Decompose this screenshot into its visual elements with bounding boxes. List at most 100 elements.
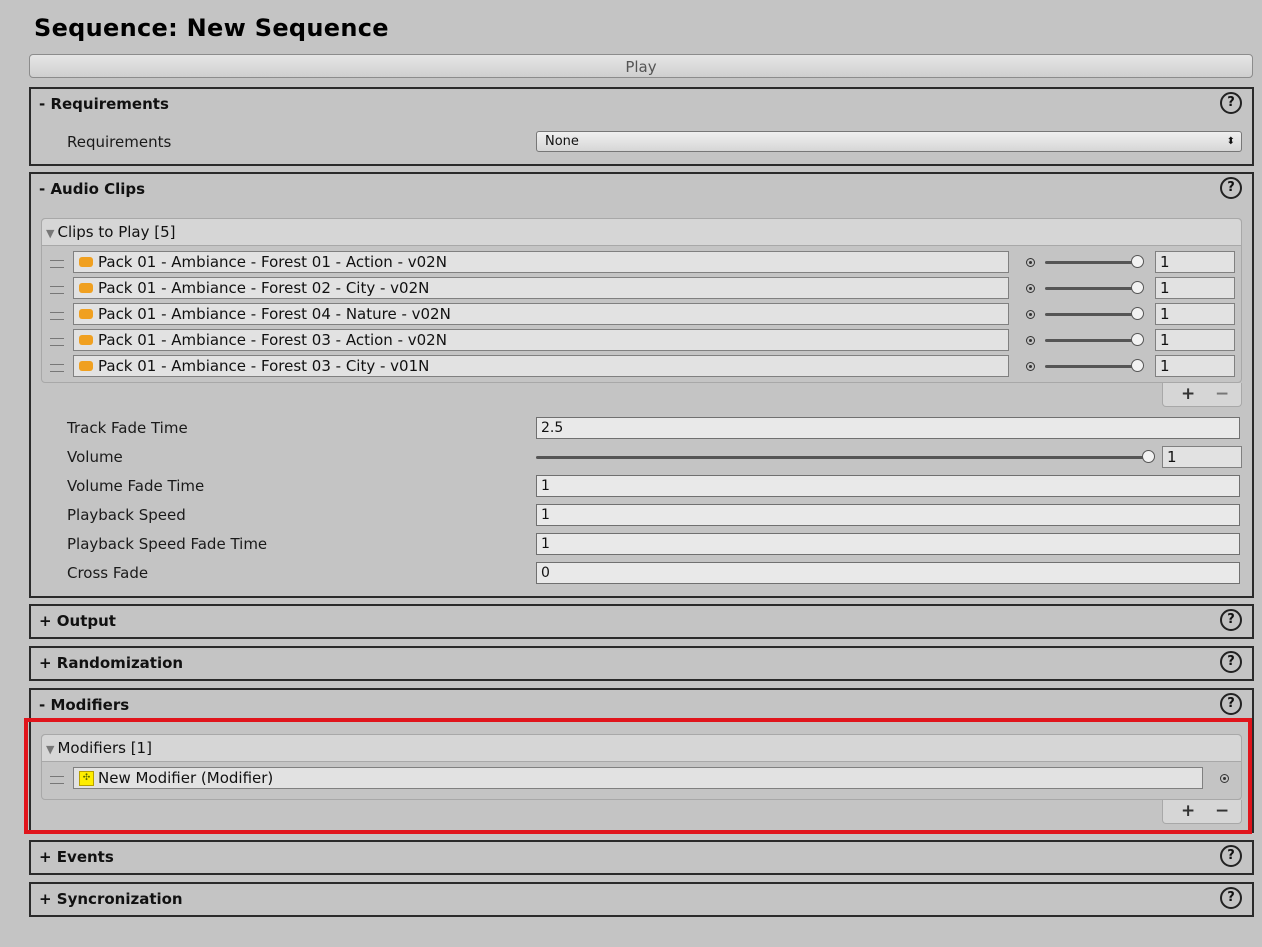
volume-fade-time-field[interactable]: 1 [536,475,1240,497]
clip-name: Pack 01 - Ambiance - Forest 02 - City - … [98,279,430,297]
weight-slider-knob[interactable] [1131,333,1144,346]
requirements-header[interactable]: - Requirements [39,95,169,113]
events-header[interactable]: + Events [39,848,114,866]
object-picker-icon[interactable] [1220,774,1229,783]
help-icon[interactable]: ? [1220,845,1242,867]
drag-handle-icon[interactable] [50,312,64,320]
modifiers-add-remove: + − [1162,800,1242,824]
drag-handle-icon[interactable] [50,338,64,346]
clip-object-field[interactable]: Pack 01 - Ambiance - Forest 02 - City - … [73,277,1009,299]
syncronization-header[interactable]: + Syncronization [39,890,183,908]
track-fade-time-label: Track Fade Time [67,419,188,437]
requirements-label: Requirements [67,133,172,151]
weight-field[interactable]: 1 [1155,251,1235,273]
remove-clip-button[interactable]: − [1215,383,1229,405]
requirements-dropdown[interactable]: None ⬍ [536,131,1242,152]
modifiers-list-header[interactable]: ▼ Modifiers [1] [42,735,1241,762]
help-icon[interactable]: ? [1220,651,1242,673]
weight-slider-track[interactable] [1045,339,1137,342]
modifier-name: New Modifier (Modifier) [98,769,274,787]
list-item[interactable]: Pack 01 - Ambiance - Forest 03 - Action … [42,327,1241,353]
playback-speed-fade-time-field[interactable]: 1 [536,533,1240,555]
track-fade-time-field[interactable]: 2.5 [536,417,1240,439]
playback-speed-field[interactable]: 1 [536,504,1240,526]
drag-handle-icon[interactable] [50,286,64,294]
modifiers-section: - Modifiers ? ▼ Modifiers [1] ✣ New Modif… [29,688,1254,833]
weight-field[interactable]: 1 [1155,329,1235,351]
weight-slider-knob[interactable] [1131,281,1144,294]
help-icon[interactable]: ? [1220,887,1242,909]
object-picker-icon[interactable] [1026,310,1035,319]
weight-slider-track[interactable] [1045,313,1137,316]
weight-field[interactable]: 1 [1155,277,1235,299]
object-picker-icon[interactable] [1026,362,1035,371]
modifier-icon: ✣ [79,771,94,786]
weight-slider-track[interactable] [1045,261,1137,264]
events-section: + Events ? [29,840,1254,875]
weight-slider-track[interactable] [1045,365,1137,368]
help-icon[interactable]: ? [1220,92,1242,114]
randomization-section: + Randomization ? [29,646,1254,681]
clip-object-field[interactable]: Pack 01 - Ambiance - Forest 01 - Action … [73,251,1009,273]
randomization-header[interactable]: + Randomization [39,654,183,672]
play-button[interactable]: Play [29,54,1253,78]
weight-field[interactable]: 1 [1155,355,1235,377]
help-icon[interactable]: ? [1220,609,1242,631]
object-picker-icon[interactable] [1026,336,1035,345]
volume-field[interactable]: 1 [1162,446,1242,468]
list-item[interactable]: Pack 01 - Ambiance - Forest 01 - Action … [42,249,1241,275]
help-icon[interactable]: ? [1220,693,1242,715]
audio-clip-icon [79,283,93,293]
weight-slider-knob[interactable] [1131,307,1144,320]
audio-clips-section: - Audio Clips ? ▼ Clips to Play [5] Pack … [29,172,1254,598]
dropdown-arrow-icon: ⬍ [1226,136,1235,147]
audio-clips-header[interactable]: - Audio Clips [39,180,145,198]
clips-list-title: Clips to Play [5] [57,223,176,241]
remove-modifier-button[interactable]: − [1215,800,1229,822]
volume-slider-knob[interactable] [1142,450,1155,463]
clips-list: ▼ Clips to Play [5] Pack 01 - Ambiance - … [41,218,1242,383]
clip-object-field[interactable]: Pack 01 - Ambiance - Forest 03 - City - … [73,355,1009,377]
list-item[interactable]: Pack 01 - Ambiance - Forest 03 - City - … [42,353,1241,379]
audio-clip-icon [79,335,93,345]
add-clip-button[interactable]: + [1181,383,1195,405]
list-item[interactable]: Pack 01 - Ambiance - Forest 02 - City - … [42,275,1241,301]
output-header[interactable]: + Output [39,612,116,630]
volume-fade-time-label: Volume Fade Time [67,477,205,495]
drag-handle-icon[interactable] [50,776,64,784]
object-picker-icon[interactable] [1026,284,1035,293]
clip-object-field[interactable]: Pack 01 - Ambiance - Forest 03 - Action … [73,329,1009,351]
clip-name: Pack 01 - Ambiance - Forest 01 - Action … [98,253,447,271]
drag-handle-icon[interactable] [50,364,64,372]
modifiers-header[interactable]: - Modifiers [39,696,129,714]
add-modifier-button[interactable]: + [1181,800,1195,822]
object-picker-icon[interactable] [1026,258,1035,267]
clips-add-remove: + − [1162,383,1242,407]
list-item[interactable]: Pack 01 - Ambiance - Forest 04 - Nature … [42,301,1241,327]
help-icon[interactable]: ? [1220,177,1242,199]
clip-object-field[interactable]: Pack 01 - Ambiance - Forest 04 - Nature … [73,303,1009,325]
audio-clip-icon [79,257,93,267]
list-item[interactable]: ✣ New Modifier (Modifier) [42,765,1241,791]
syncronization-section: + Syncronization ? [29,882,1254,917]
weight-field[interactable]: 1 [1155,303,1235,325]
weight-slider-knob[interactable] [1131,255,1144,268]
drag-handle-icon[interactable] [50,260,64,268]
audio-clip-icon [79,309,93,319]
volume-slider-track[interactable] [536,456,1148,459]
clip-name: Pack 01 - Ambiance - Forest 03 - City - … [98,357,430,375]
page-title: Sequence: New Sequence [34,14,389,42]
modifier-object-field[interactable]: ✣ New Modifier (Modifier) [73,767,1203,789]
cross-fade-field[interactable]: 0 [536,562,1240,584]
clip-name: Pack 01 - Ambiance - Forest 03 - Action … [98,331,447,349]
foldout-triangle-icon: ▼ [46,227,55,240]
weight-slider-track[interactable] [1045,287,1137,290]
clips-list-header[interactable]: ▼ Clips to Play [5] [42,219,1241,246]
weight-slider-knob[interactable] [1131,359,1144,372]
playback-speed-fade-time-label: Playback Speed Fade Time [67,535,268,553]
playback-speed-label: Playback Speed [67,506,186,524]
output-section: + Output ? [29,604,1254,639]
modifiers-list-title: Modifiers [1] [57,739,152,757]
requirements-section: - Requirements ? Requirements None ⬍ [29,87,1254,166]
cross-fade-label: Cross Fade [67,564,149,582]
